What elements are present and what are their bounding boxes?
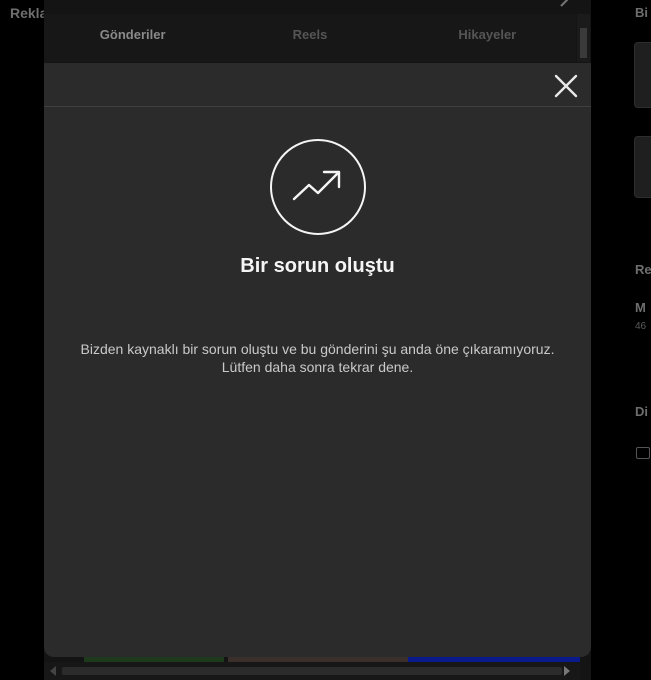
close-icon[interactable]	[558, 0, 578, 8]
horizontal-scrollbar[interactable]	[44, 662, 580, 680]
error-dialog: Bir sorun oluştu Bizden kaynaklı bir sor…	[44, 63, 591, 657]
background-right-label: Re	[635, 262, 651, 277]
posts-picker-tabs: Gönderiler Reels Hikayeler	[44, 14, 576, 62]
dialog-message: Bizden kaynaklı bir sorun oluştu ve bu g…	[44, 340, 591, 376]
dialog-title: Bir sorun oluştu	[240, 255, 395, 277]
dialog-message-line: Lütfen daha sonra tekrar dene.	[221, 359, 414, 375]
trending-up-icon	[292, 170, 341, 201]
scrollbar-thumb[interactable]	[580, 28, 587, 58]
error-icon-circle	[270, 139, 366, 235]
background-right-label: Bi	[635, 5, 648, 20]
dialog-header	[44, 63, 591, 107]
scroll-right-icon[interactable]	[564, 666, 570, 676]
tab-posts[interactable]: Gönderiler	[44, 14, 221, 62]
close-icon[interactable]	[553, 73, 579, 99]
background-right-label: M	[635, 300, 646, 315]
background-thumbnail	[634, 42, 651, 108]
background-thumbnail	[634, 136, 651, 198]
scrollbar-thumb[interactable]	[62, 667, 562, 675]
tab-reels[interactable]: Reels	[221, 14, 398, 62]
dialog-message-line: Bizden kaynaklı bir sorun oluştu ve bu g…	[80, 341, 555, 357]
background-right-label: Di	[635, 404, 648, 419]
tab-stories[interactable]: Hikayeler	[399, 14, 576, 62]
background-right-label: 46	[635, 321, 647, 332]
vertical-scrollbar[interactable]	[577, 14, 590, 62]
background-page-label: Rekla	[10, 5, 48, 21]
card-icon	[636, 447, 650, 459]
scroll-left-icon[interactable]	[50, 666, 56, 676]
background-right-column: Bi Re M 46 Di	[632, 0, 651, 680]
